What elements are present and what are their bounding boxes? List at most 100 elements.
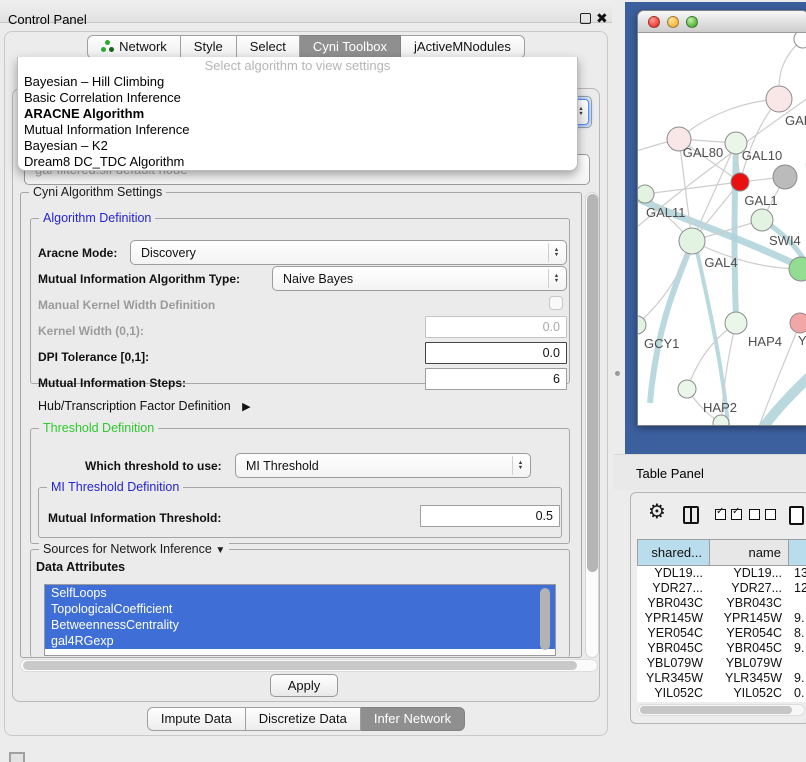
table-panel: ⚙ ✓ ✓ shared...nameA YDL19...YDL19...13Y… [630, 492, 806, 724]
close-icon[interactable]: ✖ [596, 10, 608, 27]
table-row[interactable]: YLR345WYLR345W9. [637, 671, 806, 686]
cell-name: YER054C [710, 626, 789, 641]
attribute-item[interactable]: gal4RGexp [45, 633, 555, 649]
attribute-item[interactable]: TopologicalCoefficient [45, 601, 555, 617]
control-panel-titlebar [0, 0, 612, 23]
tab-select[interactable]: Select [237, 35, 300, 59]
aracne-mode-combo[interactable]: Discovery ▲▼ [130, 240, 567, 265]
attribute-item[interactable]: BetweennessCentrality [45, 617, 555, 633]
grip-handle[interactable] [9, 752, 25, 762]
dropdown-item[interactable]: ARACNE Algorithm [18, 106, 577, 122]
column-header-a[interactable]: A [789, 539, 806, 566]
node-label-hap2: HAP2 [703, 400, 737, 415]
dpi-tolerance-label: DPI Tolerance [0,1]: [38, 350, 149, 364]
tab-impute-data[interactable]: Impute Data [147, 707, 246, 731]
apply-button[interactable]: Apply [270, 674, 338, 697]
network-graph[interactable]: GALGAL80GAL10GAL1GAL11SWI4GAL4GCY1HAP4YH… [638, 33, 806, 425]
network-node-hap4[interactable] [725, 312, 747, 334]
table-row[interactable]: YDR27...YDR27...12 [637, 581, 806, 596]
settings-vertical-scrollbar-thumb[interactable] [587, 194, 598, 572]
tab-label: Cyni Toolbox [313, 39, 387, 54]
control-panel-title: Control Panel [8, 12, 87, 27]
dropdown-placeholder: Select algorithm to view settings [18, 57, 577, 74]
table-row[interactable]: YIL052CYIL052C0. [637, 686, 806, 701]
mi-type-label: Mutual Information Algorithm Type: [38, 272, 240, 286]
network-node-gcy1[interactable] [638, 316, 646, 334]
table-horizontal-scrollbar[interactable] [637, 704, 805, 716]
network-node-gal11[interactable] [638, 185, 654, 203]
table-row[interactable]: YBR043CYBR043C [637, 596, 806, 611]
kernel-width-field[interactable]: 0.0 [425, 316, 567, 338]
which-threshold-combo[interactable]: MI Threshold ▲▼ [235, 453, 531, 478]
table-row[interactable]: YDL19...YDL19...13 [637, 566, 806, 581]
network-node-gal1[interactable] [751, 209, 773, 231]
dropdown-item[interactable]: Bayesian – Hill Climbing [18, 74, 577, 90]
tab-style[interactable]: Style [181, 35, 237, 59]
cell-shared-name: YER054C [637, 626, 710, 641]
node-label-y: Y [798, 333, 806, 348]
hub-section-header[interactable]: Hub/Transcription Factor Definition ▶ [38, 399, 251, 413]
panel-splitter-handle[interactable] [615, 371, 620, 376]
attributes-scrollbar[interactable] [540, 588, 550, 650]
expanded-arrow-icon[interactable]: ▼ [215, 545, 225, 556]
document-icon[interactable] [789, 506, 804, 525]
table-horizontal-scrollbar-thumb[interactable] [640, 706, 792, 714]
dropdown-item[interactable]: Dream8 DC_TDC Algorithm [18, 154, 577, 170]
tab-cyni-toolbox[interactable]: Cyni Toolbox [300, 35, 401, 59]
table-row[interactable]: YBL079WYBL079W [637, 656, 806, 671]
checked-checkbox-icon[interactable]: ✓ [731, 509, 742, 520]
combo-spinner-icon[interactable]: ▲▼ [548, 243, 564, 262]
network-node-gal4[interactable] [679, 228, 705, 254]
tab-discretize-data[interactable]: Discretize Data [246, 707, 361, 731]
data-attributes-label: Data Attributes [36, 560, 125, 574]
table-row[interactable]: YBR045CYBR045C9. [637, 641, 806, 656]
dropdown-item[interactable]: Bayesian – K2 [18, 138, 577, 154]
mac-minimize-icon[interactable] [667, 16, 679, 28]
mi-threshold-definition-title: MI Threshold Definition [47, 480, 183, 495]
checked-checkbox-icon[interactable]: ✓ [715, 509, 726, 520]
network-node-hap2[interactable] [678, 380, 696, 398]
tab-network[interactable]: Network [87, 35, 181, 59]
unchecked-checkbox-icon[interactable] [749, 509, 760, 520]
tab-infer-network[interactable]: Infer Network [361, 707, 465, 731]
mi-steps-field[interactable]: 6 [425, 368, 567, 390]
network-window[interactable]: GALGAL80GAL10GAL1GAL11SWI4GAL4GCY1HAP4YH… [637, 10, 806, 426]
cell-value: 13 [789, 566, 806, 581]
settings-horizontal-scrollbar-thumb[interactable] [23, 661, 577, 670]
network-node[interactable] [773, 165, 797, 189]
network-node[interactable] [731, 173, 749, 191]
tab-label: Select [250, 39, 286, 54]
cell-value [789, 656, 806, 671]
tab-label: Style [194, 39, 223, 54]
mac-zoom-icon[interactable] [686, 16, 698, 28]
table-row[interactable]: YER054CYER054C8. [637, 626, 806, 641]
table-row[interactable]: YPR145WYPR145W9. [637, 611, 806, 626]
network-node-y[interactable] [790, 313, 806, 333]
cell-value [789, 596, 806, 611]
column-header-name[interactable]: name [710, 539, 789, 566]
data-attributes-list[interactable]: SelfLoopsTopologicalCoefficientBetweenne… [44, 584, 556, 656]
gear-icon[interactable]: ⚙ [648, 499, 666, 524]
combo-spinner-icon[interactable]: ▲▼ [512, 456, 528, 475]
network-node-gal[interactable] [766, 86, 792, 112]
tab-jactivemnodules[interactable]: jActiveMNodules [401, 35, 525, 59]
network-window-titlebar[interactable] [638, 11, 806, 33]
split-column-icon[interactable] [683, 506, 699, 524]
unchecked-checkbox-icon[interactable] [765, 509, 776, 520]
manual-kernel-width-checkbox[interactable] [549, 296, 563, 310]
mac-close-icon[interactable] [648, 16, 660, 28]
collapsed-arrow-icon[interactable]: ▶ [242, 401, 250, 413]
column-header-shared[interactable]: shared... [637, 539, 710, 566]
mi-type-combo[interactable]: Naive Bayes ▲▼ [272, 266, 567, 291]
mi-threshold-field[interactable]: 0.5 [420, 505, 560, 527]
float-window-icon[interactable] [580, 13, 591, 24]
sources-group-title[interactable]: Sources for Network Inference ▼ [39, 542, 229, 558]
dropdown-item[interactable]: Mutual Information Inference [18, 122, 577, 138]
table-rows[interactable]: YDL19...YDL19...13YDR27...YDR27...12YBR0… [637, 566, 806, 702]
network-canvas[interactable]: GALGAL80GAL10GAL1GAL11SWI4GAL4GCY1HAP4YH… [638, 33, 806, 425]
attribute-item[interactable]: SelfLoops [45, 585, 555, 601]
cell-name: YDL19... [710, 566, 789, 581]
dpi-tolerance-field[interactable]: 0.0 [425, 342, 567, 364]
dropdown-item[interactable]: Basic Correlation Inference [18, 90, 577, 106]
combo-spinner-icon[interactable]: ▲▼ [548, 269, 564, 288]
